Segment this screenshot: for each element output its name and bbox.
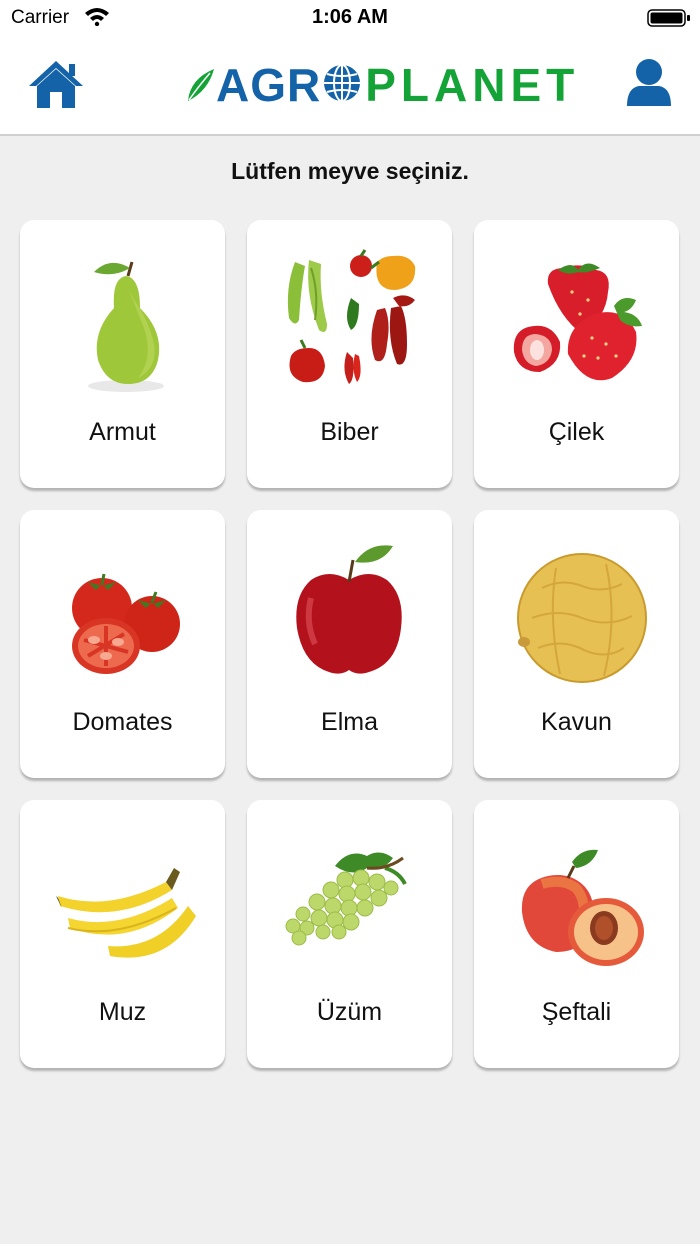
strawberry-icon [513,263,642,381]
fruit-label: Şeftali [541,998,612,1026]
status-bar: Carrier 1:06 AM [0,0,700,36]
battery-icon [647,8,691,33]
fruit-card-uzum[interactable]: Üzüm [247,800,452,1068]
page-title: Lütfen meyve seçiniz. [231,158,469,184]
profile-button[interactable] [625,58,673,108]
fruit-card-seftali[interactable]: Şeftali [474,800,679,1068]
fruit-card-domates[interactable]: Domates [20,510,225,778]
agroplanet-logo: AGR PLANET [186,59,580,111]
pepper-icon [287,249,416,384]
user-icon [627,59,671,106]
fruit-grid: Armut Biber Çilek Domates Elma Kavun Muz… [20,220,680,1068]
peach-icon [521,849,644,966]
fruit-card-elma[interactable]: Elma [247,510,452,778]
home-button[interactable] [27,58,85,112]
fruit-label: Biber [320,418,379,446]
fruit-label: Domates [72,708,173,736]
globe-icon [322,63,362,108]
fruit-card-armut[interactable]: Armut [20,220,225,488]
leaf-icon [188,69,214,101]
pear-icon [88,261,164,392]
apple-icon [296,545,402,674]
grapes-icon [285,852,407,946]
logo-text-planet: PLANET [365,59,580,111]
clock: 1:06 AM [312,6,388,28]
fruit-card-muz[interactable]: Muz [20,800,225,1068]
melon-icon [517,553,647,683]
top-nav-bar: AGR PLANET [0,36,700,136]
tomato-icon [72,573,180,674]
fruit-label: Armut [89,418,156,446]
fruit-label: Üzüm [316,998,383,1026]
fruit-label: Elma [321,708,378,736]
fruit-label: Muz [98,998,147,1026]
home-icon [29,61,83,108]
banana-icon [56,868,196,958]
fruit-card-cilek[interactable]: Çilek [474,220,679,488]
logo-text-agro: AGR [216,59,322,111]
fruit-label: Çilek [548,418,605,446]
fruit-label: Kavun [541,708,612,736]
fruit-card-kavun[interactable]: Kavun [474,510,679,778]
fruit-card-biber[interactable]: Biber [247,220,452,488]
